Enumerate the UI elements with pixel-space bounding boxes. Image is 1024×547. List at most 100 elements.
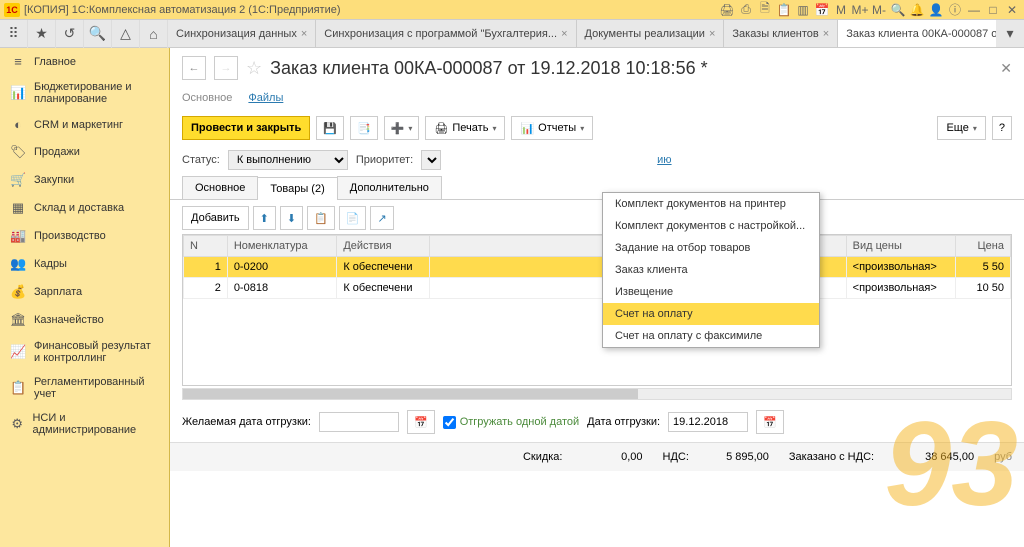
tab-2[interactable]: Документы реализации× <box>577 20 725 47</box>
horizontal-scrollbar[interactable] <box>182 388 1012 400</box>
wishdate-input[interactable] <box>319 412 399 432</box>
home-icon[interactable]: ⌂ <box>140 20 168 48</box>
back-button[interactable]: ← <box>182 56 206 80</box>
sidebar-item-salary[interactable]: 💰Зарплата <box>0 278 169 306</box>
menu-icon: ≡ <box>10 54 26 69</box>
subnav-main[interactable]: Основное <box>182 92 232 104</box>
sidebar-item-sales[interactable]: 🏷Продажи <box>0 138 169 166</box>
sidebar-item-budget[interactable]: 📊Бюджетирование и планирование <box>0 75 169 111</box>
help-button[interactable]: ? <box>992 116 1012 140</box>
doc-icon[interactable]: 🗎 <box>757 2 773 18</box>
shipdate-input[interactable] <box>668 412 748 432</box>
save-icon[interactable]: ⎙ <box>738 2 754 18</box>
close-doc-icon[interactable]: ✕ <box>1000 60 1012 77</box>
info-icon[interactable]: ⓘ <box>947 2 963 18</box>
create-based-button[interactable]: ➕▾ <box>384 116 420 140</box>
sidebar-item-finresult[interactable]: 📈Финансовый результат и контроллинг <box>0 334 169 370</box>
tab-close-icon[interactable]: × <box>301 28 307 40</box>
shipdate-cal-button[interactable]: 📅 <box>756 410 784 434</box>
table-row[interactable]: 1 0-0200 К обеспечени 5,000 тыс. шт. <пр… <box>184 257 1011 278</box>
tab-close-icon[interactable]: × <box>709 28 715 40</box>
titlebar-icons: 🖨 ⎙ 🗎 📋 ▥ 📅 M M+ M- 🔍 🔔 👤 ⓘ — □ ✕ <box>719 2 1020 18</box>
factory-icon: 🏭 <box>10 228 26 244</box>
export-button[interactable]: ↗ <box>370 206 393 230</box>
tabs-menu-icon[interactable]: ▾ <box>996 20 1024 48</box>
ftab-main[interactable]: Основное <box>182 176 258 199</box>
ordered-label: Заказано с НДС: <box>789 451 874 463</box>
calc-icon[interactable]: ▥ <box>795 2 811 18</box>
col-price[interactable]: Цена <box>956 236 1011 257</box>
tab-close-icon[interactable]: × <box>561 28 567 40</box>
close-icon[interactable]: ✕ <box>1004 2 1020 18</box>
clipboard-icon: 📋 <box>10 380 26 396</box>
history-icon[interactable]: ↺ <box>56 20 84 48</box>
reports-button[interactable]: 📊 Отчеты ▾ <box>511 116 593 140</box>
post-close-button[interactable]: Провести и закрыть <box>182 116 310 140</box>
print-icon[interactable]: 🖨 <box>719 2 735 18</box>
apps-icon[interactable]: ⠿ <box>0 20 28 48</box>
bell-icon[interactable]: 🔔 <box>909 2 925 18</box>
maximize-icon[interactable]: □ <box>985 2 1001 18</box>
search-icon[interactable]: 🔍 <box>84 20 112 48</box>
sidebar-item-regaccount[interactable]: 📋Регламентированный учет <box>0 370 169 406</box>
gear-icon: ⚙ <box>10 416 24 432</box>
ftab-extra[interactable]: Дополнительно <box>337 176 442 199</box>
minimize-icon[interactable]: — <box>966 2 982 18</box>
copy-button[interactable]: 📋 <box>307 206 335 230</box>
notify-icon[interactable]: △ <box>112 20 140 48</box>
m-icon[interactable]: M <box>833 2 849 18</box>
ordered-value: 38 645,00 <box>894 451 974 463</box>
tab-0[interactable]: Синхронизация данных× <box>168 20 316 47</box>
menu-item[interactable]: Заказ клиента <box>603 259 819 281</box>
favorite-icon[interactable]: ☆ <box>246 58 262 79</box>
wishdate-cal-button[interactable]: 📅 <box>407 410 435 434</box>
add-button[interactable]: Добавить <box>182 206 249 230</box>
subnav-files[interactable]: Файлы <box>248 92 283 104</box>
sidebar-item-main[interactable]: ≡Главное <box>0 48 169 75</box>
post-button[interactable]: 📑 <box>350 116 378 140</box>
menu-item[interactable]: Задание на отбор товаров <box>603 237 819 259</box>
menu-item[interactable]: Счет на оплату <box>603 303 819 325</box>
col-n[interactable]: N <box>184 236 228 257</box>
menu-item[interactable]: Счет на оплату с факсимиле <box>603 325 819 347</box>
sidebar-item-warehouse[interactable]: ▦Склад и доставка <box>0 194 169 222</box>
link-suffix[interactable]: ию <box>657 154 671 166</box>
movedown-button[interactable]: ⬇ <box>280 206 303 230</box>
more-button[interactable]: Еще ▾ <box>937 116 985 140</box>
user-icon[interactable]: 👤 <box>928 2 944 18</box>
sidebar-item-purchase[interactable]: 🛒Закупки <box>0 166 169 194</box>
tab-1[interactable]: Синхронизация с программой "Бухгалтерия.… <box>316 20 576 47</box>
print-button[interactable]: 🖨 Печать ▾ <box>425 116 505 140</box>
grid-toolbar: Добавить ⬆ ⬇ 📋 📄 ↗ Цены и скидки ▾ Еще ▾ <box>170 200 1024 234</box>
mplus-icon[interactable]: M+ <box>852 2 868 18</box>
sidebar-item-admin[interactable]: ⚙НСИ и администрирование <box>0 406 169 442</box>
status-select[interactable]: К выполнению <box>228 150 348 170</box>
calendar-icon[interactable]: 📅 <box>814 2 830 18</box>
moveup-button[interactable]: ⬆ <box>253 206 276 230</box>
priority-select[interactable] <box>421 150 441 170</box>
menu-item[interactable]: Комплект документов с настройкой... <box>603 215 819 237</box>
paste-button[interactable]: 📄 <box>339 206 367 230</box>
tab-close-icon[interactable]: × <box>823 28 829 40</box>
shipone-checkbox[interactable]: Отгружать одной датой <box>443 416 579 429</box>
tab-3[interactable]: Заказы клиентов× <box>724 20 838 47</box>
col-pt[interactable]: Вид цены <box>846 236 956 257</box>
menu-item[interactable]: Извещение <box>603 281 819 303</box>
forward-button[interactable]: → <box>214 56 238 80</box>
save-button[interactable]: 💾 <box>316 116 344 140</box>
sidebar-item-crm[interactable]: ◐CRM и маркетинг <box>0 111 169 138</box>
sidebar-item-production[interactable]: 🏭Производство <box>0 222 169 250</box>
menu-item[interactable]: Комплект документов на принтер <box>603 193 819 215</box>
zoom-icon[interactable]: 🔍 <box>890 2 906 18</box>
tab-4[interactable]: Заказ клиента 00КА-000087 от 19.12.2018 … <box>838 20 996 47</box>
clipboard-icon[interactable]: 📋 <box>776 2 792 18</box>
col-nom[interactable]: Номенклатура <box>227 236 337 257</box>
sidebar-item-treasury[interactable]: 🏛Казначейство <box>0 306 169 334</box>
ftab-goods[interactable]: Товары (2) <box>257 177 337 200</box>
table-row[interactable]: 2 0-0818 К обеспечени 0,500 тыс. шт. <пр… <box>184 278 1011 299</box>
star-icon[interactable]: ★ <box>28 20 56 48</box>
col-act[interactable]: Действия <box>337 236 430 257</box>
sidebar-item-hr[interactable]: 👥Кадры <box>0 250 169 278</box>
subnav: Основное Файлы <box>170 88 1024 112</box>
mminus-icon[interactable]: M- <box>871 2 887 18</box>
